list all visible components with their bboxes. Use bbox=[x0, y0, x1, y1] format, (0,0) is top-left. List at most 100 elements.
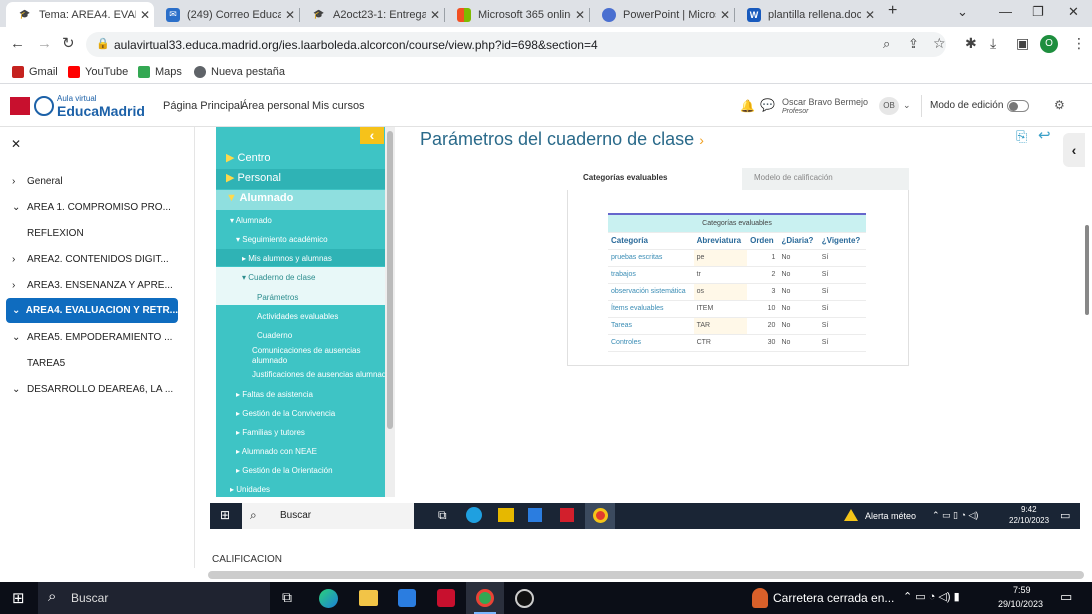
menu-unidades[interactable]: ▸ Unidades bbox=[216, 485, 385, 494]
menu-faltas[interactable]: ▸ Faltas de asistencia bbox=[216, 390, 385, 399]
export-icon[interactable]: ⎘ bbox=[1016, 128, 1027, 145]
forward-icon[interactable]: → bbox=[37, 35, 52, 52]
table-row[interactable]: observación sistemática os 3 No Sí bbox=[608, 283, 866, 301]
notification-icon[interactable]: ▭ bbox=[1060, 589, 1072, 605]
star-icon[interactable]: ☆ bbox=[933, 35, 946, 52]
address-bar[interactable]: 🔒 aulavirtual33.educa.madrid.org/ies.laa… bbox=[86, 32, 946, 57]
chrome-taskbar-button[interactable] bbox=[466, 582, 504, 614]
menu-mis-alumnos[interactable]: ▸ Mis alumnos y alumnas bbox=[216, 249, 385, 266]
edit-mode-toggle[interactable] bbox=[1007, 100, 1029, 112]
menu-centro[interactable]: ▶ Centro bbox=[216, 151, 385, 164]
menu-alumnado-sub[interactable]: ▾ Alumnado bbox=[216, 216, 385, 225]
tab-search-icon[interactable]: ⌄ bbox=[957, 4, 968, 20]
menu-orientacion[interactable]: ▸ Gestión de la Orientación bbox=[216, 466, 385, 475]
menu-comunicaciones-cont[interactable]: alumnado bbox=[216, 356, 385, 365]
tab-microsoft365[interactable]: Microsoft 365 online ✕ bbox=[445, 2, 589, 27]
section-area6[interactable]: ⌄ DESARROLLO DEAREA6, LA ... bbox=[12, 384, 173, 395]
close-icon[interactable]: ✕ bbox=[571, 8, 589, 22]
share-icon[interactable]: ⇪ bbox=[908, 36, 919, 52]
activity-tarea5[interactable]: TAREA5 bbox=[27, 358, 65, 369]
settings-gear-icon[interactable]: ⚙ bbox=[1054, 98, 1065, 112]
download-icon[interactable]: ⤓ bbox=[990, 35, 996, 52]
user-avatar[interactable]: OB bbox=[879, 97, 899, 115]
bookmark-maps[interactable]: Maps bbox=[138, 66, 182, 78]
section-area4[interactable]: ⌄ AREA4. EVALUACION Y RETR... bbox=[6, 298, 178, 323]
task-view-icon[interactable]: ⧉ bbox=[282, 589, 292, 606]
menu-alumnado[interactable]: ▼ Alumnado bbox=[216, 190, 385, 210]
close-icon[interactable]: ✕ bbox=[716, 8, 734, 22]
section-general[interactable]: › General bbox=[12, 176, 63, 187]
close-icon[interactable]: ✕ bbox=[11, 137, 21, 151]
minimize-button[interactable]: — bbox=[999, 4, 1012, 19]
section-area3[interactable]: › AREA3. ENSENANZA Y APRE... bbox=[12, 280, 173, 291]
mcafee-icon[interactable] bbox=[437, 589, 455, 607]
user-name[interactable]: Oscar Bravo Bermejo bbox=[782, 97, 868, 107]
tab-tema-area4[interactable]: 🎓 Tema: AREA4. EVALU ✕ bbox=[6, 2, 154, 27]
bookmark-youtube[interactable]: YouTube bbox=[68, 66, 128, 78]
table-row[interactable]: Tareas TAR 20 No Sí bbox=[608, 317, 866, 335]
logo-text[interactable]: EducaMadrid bbox=[57, 103, 145, 119]
menu-justificaciones[interactable]: Justificaciones de ausencias alumnado bbox=[216, 370, 385, 379]
menu-actividades[interactable]: Actividades evaluables bbox=[216, 312, 385, 321]
table-row[interactable]: Controles CTR 30 No Sí bbox=[608, 334, 866, 352]
nav-area-personal[interactable]: Área personal bbox=[241, 100, 310, 112]
chat-icon[interactable]: 💬 bbox=[760, 98, 775, 112]
microsoft-store-icon[interactable] bbox=[398, 589, 416, 607]
clock-date[interactable]: 29/10/2023 bbox=[998, 599, 1043, 609]
menu-familias[interactable]: ▸ Familias y tutores bbox=[216, 428, 385, 437]
tab-correo[interactable]: ✉ (249) Correo EducaM ✕ bbox=[154, 2, 299, 27]
restore-button[interactable]: ❐ bbox=[1032, 4, 1044, 20]
windows-start-icon[interactable]: ⊞ bbox=[12, 589, 25, 607]
section-area1[interactable]: ⌄ AREA 1. COMPROMISO PRO... bbox=[12, 202, 171, 213]
back-arrow-icon[interactable]: ↩ bbox=[1038, 126, 1051, 144]
close-window-button[interactable]: ✕ bbox=[1068, 4, 1079, 20]
menu-seguimiento[interactable]: ▾ Seguimiento académico bbox=[216, 235, 385, 244]
profile-avatar[interactable]: O bbox=[1040, 35, 1058, 53]
reload-icon[interactable]: ↻ bbox=[62, 34, 75, 52]
nav-pagina-principal[interactable]: Página Principal bbox=[163, 100, 243, 112]
menu-comunicaciones[interactable]: Comunicaciones de ausencias bbox=[216, 346, 385, 355]
close-icon[interactable]: ✕ bbox=[136, 8, 154, 22]
bookmark-new-tab[interactable]: Nueva pestaña bbox=[194, 66, 285, 78]
horizontal-scrollbar[interactable] bbox=[208, 571, 1084, 579]
bell-icon[interactable]: 🔔 bbox=[740, 99, 755, 113]
section-area2[interactable]: › AREA2. CONTENIDOS DIGIT... bbox=[12, 254, 169, 265]
tab-plantilla[interactable]: W plantilla rellena.docx ✕ bbox=[735, 2, 879, 27]
tab-entrega[interactable]: 🎓 A2oct23-1: Entrega T ✕ bbox=[300, 2, 444, 27]
activity-reflexion[interactable]: REFLEXION bbox=[27, 228, 84, 239]
file-explorer-icon[interactable] bbox=[359, 590, 378, 606]
clock-time[interactable]: 7:59 bbox=[1013, 585, 1031, 595]
table-row[interactable]: trabajos tr 2 No Sí bbox=[608, 266, 866, 284]
back-icon[interactable]: ← bbox=[10, 35, 25, 52]
open-right-drawer-button[interactable]: ‹ bbox=[1063, 133, 1085, 167]
close-icon[interactable]: ✕ bbox=[426, 8, 444, 22]
menu-cuaderno[interactable]: Cuaderno bbox=[216, 331, 385, 340]
table-row[interactable]: Ítems evaluables ITEM 10 No Sí bbox=[608, 300, 866, 318]
menu-personal[interactable]: ▶ Personal bbox=[216, 169, 385, 189]
obs-icon[interactable] bbox=[515, 589, 534, 608]
menu-scrollbar[interactable] bbox=[385, 127, 395, 497]
page-scrollbar[interactable] bbox=[1085, 225, 1089, 315]
menu-neae[interactable]: ▸ Alumnado con NEAE bbox=[216, 447, 385, 456]
collapse-menu-button[interactable]: ‹ bbox=[360, 127, 384, 144]
new-tab-button[interactable]: + bbox=[888, 2, 897, 20]
extensions-icon[interactable]: ✱ bbox=[965, 35, 977, 52]
tab-modelo-calificacion[interactable]: Modelo de calificación bbox=[742, 168, 909, 190]
taskbar-news-text[interactable]: Carretera cerrada en... bbox=[773, 591, 894, 605]
tray-icons[interactable]: ⌃ ▭ ◔ ◁) ▮ bbox=[903, 590, 960, 603]
kebab-menu-icon[interactable]: ⋮ bbox=[1072, 35, 1086, 52]
nav-mis-cursos[interactable]: Mis cursos bbox=[312, 100, 365, 112]
zoom-icon[interactable]: ⌕ bbox=[883, 36, 890, 52]
table-row[interactable]: pruebas escritas pe 1 No Sí bbox=[608, 249, 866, 267]
section-area5[interactable]: ⌄ AREA5. EMPODERAMIENTO ... bbox=[12, 332, 172, 343]
close-icon[interactable]: ✕ bbox=[281, 8, 299, 22]
taskbar-search[interactable]: ⌕ Buscar bbox=[38, 582, 270, 614]
menu-parametros[interactable]: Parámetros bbox=[216, 293, 385, 302]
bookmark-gmail[interactable]: Gmail bbox=[12, 66, 58, 78]
tab-categorias-evaluables[interactable]: Categorías evaluables bbox=[567, 168, 742, 190]
tab-powerpoint[interactable]: PowerPoint | Microso ✕ bbox=[590, 2, 734, 27]
menu-convivencia[interactable]: ▸ Gestión de la Convivencia bbox=[216, 409, 385, 418]
chevron-down-icon[interactable]: ⌄ bbox=[903, 100, 911, 111]
close-icon[interactable]: ✕ bbox=[861, 8, 879, 22]
edge-icon[interactable] bbox=[319, 589, 338, 608]
